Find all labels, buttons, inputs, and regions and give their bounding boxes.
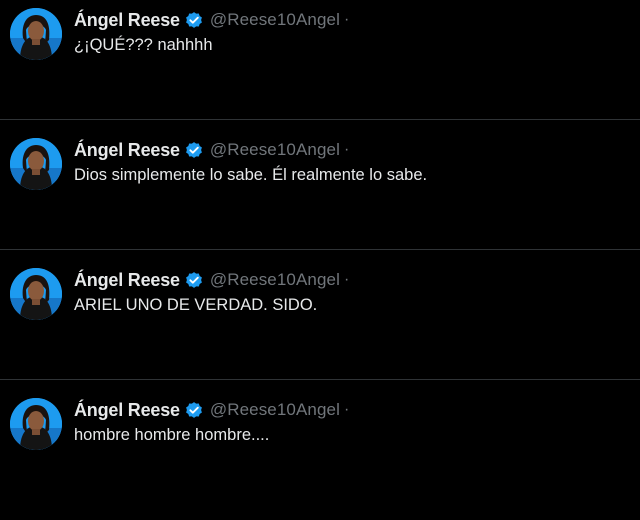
tweet-text: hombre hombre hombre.... <box>74 426 270 444</box>
avatar-photo <box>10 398 62 450</box>
avatar-photo <box>10 268 62 320</box>
divider <box>0 379 640 380</box>
avatar-photo <box>10 138 62 190</box>
separator-dot: · <box>343 401 350 418</box>
tweet-text: ¿¡QUÉ??? nahhhh <box>74 36 213 54</box>
tweet[interactable]: Ángel Reese @Reese10Angel · Dios simplem… <box>0 130 640 260</box>
divider <box>0 119 640 120</box>
author-handle[interactable]: @Reese10Angel <box>210 140 340 160</box>
author-handle[interactable]: @Reese10Angel <box>210 400 340 420</box>
author-name[interactable]: Ángel Reese <box>74 140 180 161</box>
verified-badge-icon <box>185 142 202 158</box>
author-handle[interactable]: @Reese10Angel <box>210 10 340 30</box>
divider <box>0 249 640 250</box>
tweet-text: Dios simplemente lo sabe. Él realmente l… <box>74 166 428 184</box>
verified-badge-icon <box>185 12 202 28</box>
tweet[interactable]: Ángel Reese @Reese10Angel · ¿¡QUÉ??? nah… <box>0 0 640 130</box>
avatar[interactable] <box>10 8 62 60</box>
tweet[interactable]: Ángel Reese @Reese10Angel · ARIEL UNO DE… <box>0 260 640 390</box>
verified-badge-icon <box>185 272 202 288</box>
author-name[interactable]: Ángel Reese <box>74 270 180 291</box>
tweet-header: Ángel Reese @Reese10Angel · <box>74 268 349 292</box>
avatar[interactable] <box>10 398 62 450</box>
avatar-photo <box>10 8 62 60</box>
separator-dot: · <box>343 11 350 28</box>
author-name[interactable]: Ángel Reese <box>74 10 180 31</box>
tweet-header: Ángel Reese @Reese10Angel · <box>74 8 349 32</box>
tweet-feed: Ángel Reese @Reese10Angel · ¿¡QUÉ??? nah… <box>0 0 640 459</box>
tweet-text: ARIEL UNO DE VERDAD. SIDO. <box>74 296 318 314</box>
avatar[interactable] <box>10 138 62 190</box>
tweet[interactable]: Ángel Reese @Reese10Angel · hombre hombr… <box>0 390 640 520</box>
tweet-header: Ángel Reese @Reese10Angel · <box>74 398 349 422</box>
avatar[interactable] <box>10 268 62 320</box>
author-name[interactable]: Ángel Reese <box>74 400 180 421</box>
verified-badge-icon <box>185 402 202 418</box>
separator-dot: · <box>343 141 350 158</box>
tweet-header: Ángel Reese @Reese10Angel · <box>74 138 349 162</box>
author-handle[interactable]: @Reese10Angel <box>210 270 340 290</box>
separator-dot: · <box>343 271 350 288</box>
